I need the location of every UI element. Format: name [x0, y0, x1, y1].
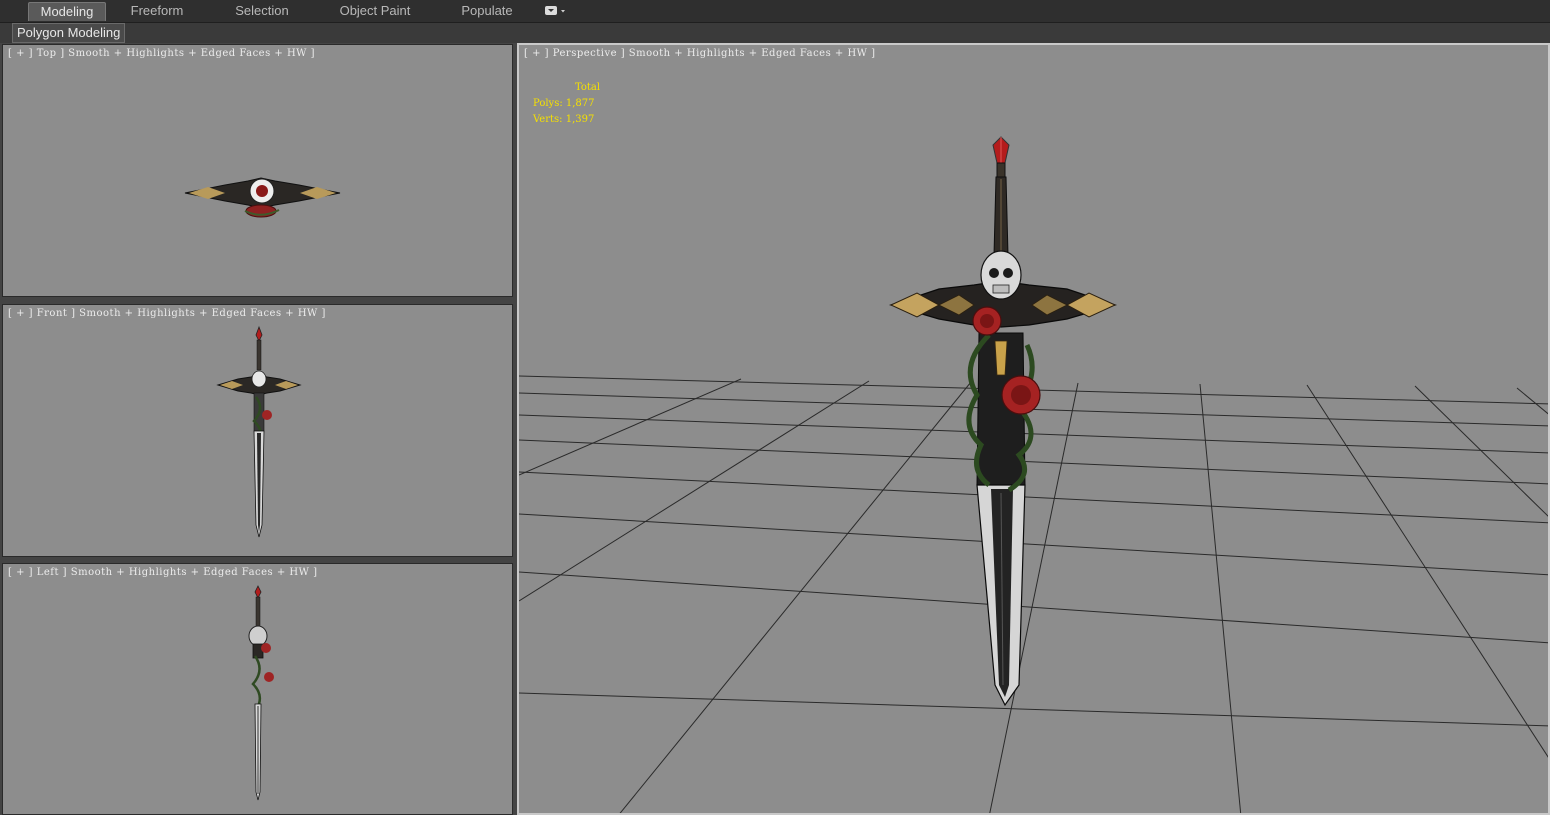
- perspective-scene: [519, 136, 1548, 813]
- ribbon-subbar: Polygon Modeling: [0, 23, 1550, 43]
- ribbon-bar: Modeling Freeform Selection Object Paint…: [0, 0, 1550, 23]
- tab-object-paint[interactable]: Object Paint: [330, 2, 420, 20]
- sword-front-view: [216, 325, 302, 538]
- tab-modeling[interactable]: Modeling: [28, 2, 106, 21]
- viewport-top[interactable]: [ + ] Top ] Smooth + Highlights + Edged …: [2, 44, 513, 297]
- caret-dropdown-icon[interactable]: [544, 5, 566, 17]
- sword-left-view: [248, 585, 274, 801]
- sword-top-view: [184, 177, 341, 218]
- grid-floor: [519, 375, 1548, 813]
- sword-model: [888, 136, 1118, 707]
- polygon-modeling-tab[interactable]: Polygon Modeling: [12, 23, 126, 43]
- viewport-front[interactable]: [ + ] Front ] Smooth + Highlights + Edge…: [2, 304, 513, 557]
- viewport-perspective[interactable]: [ + ] Perspective ] Smooth + Highlights …: [517, 43, 1550, 815]
- tab-selection[interactable]: Selection: [222, 2, 302, 20]
- viewport-left[interactable]: [ + ] Left ] Smooth + Highlights + Edged…: [2, 563, 513, 815]
- tab-freeform[interactable]: Freeform: [118, 2, 196, 20]
- tab-populate[interactable]: Populate: [450, 2, 524, 20]
